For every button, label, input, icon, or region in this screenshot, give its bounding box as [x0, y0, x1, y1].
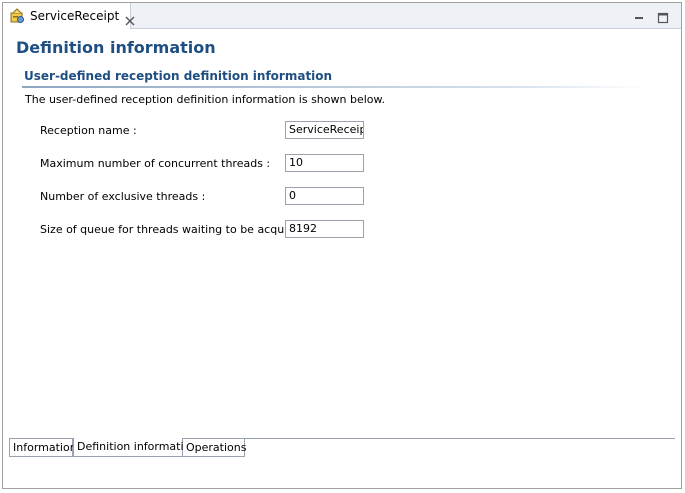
service-receipt-icon [9, 8, 25, 24]
editor-content: Definition information User-defined rece… [3, 29, 681, 465]
reception-name-label: Reception name : [40, 124, 137, 137]
editor-tab-label: ServiceReceipt [30, 9, 120, 23]
close-icon[interactable] [125, 11, 135, 26]
tab-definition-information[interactable]: Definition information [73, 438, 197, 457]
page-title: Definition information [16, 38, 216, 57]
queue-size-field[interactable]: 8192 [285, 220, 364, 238]
section-title: User-defined reception definition inform… [24, 69, 333, 83]
reception-name-field[interactable]: ServiceReceipt [285, 121, 364, 139]
editor-window: ServiceReceipt Definition information Us… [2, 2, 682, 489]
window-controls [633, 9, 669, 24]
section-description: The user-defined reception definition in… [25, 93, 385, 106]
section-divider [22, 86, 647, 88]
bottom-tab-bar: Information Definition information Opera… [3, 438, 681, 488]
editor-tab-bar: ServiceReceipt [3, 3, 681, 29]
max-threads-field[interactable]: 10 [285, 154, 364, 172]
editor-tab-service-receipt[interactable]: ServiceReceipt [3, 3, 135, 29]
max-threads-label: Maximum number of concurrent threads : [40, 157, 271, 170]
maximize-icon[interactable] [657, 9, 669, 24]
minimize-icon[interactable] [633, 9, 645, 21]
tab-operations[interactable]: Operations [183, 439, 246, 457]
exclusive-threads-field[interactable]: 0 [285, 187, 364, 205]
queue-size-label: Size of queue for threads waiting to be … [40, 223, 313, 236]
exclusive-threads-label: Number of exclusive threads : [40, 190, 206, 203]
tab-information[interactable]: Information [9, 439, 77, 457]
